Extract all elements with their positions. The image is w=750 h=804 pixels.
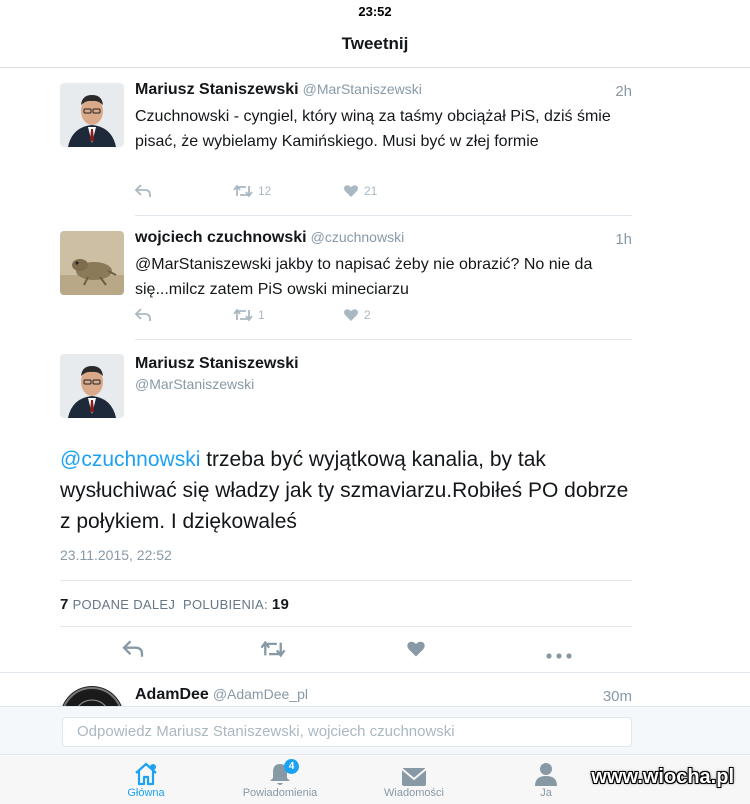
- reply-tweet-2[interactable]: wojciech czuchnowski @czuchnowski 1h @Mar…: [0, 216, 750, 340]
- retweet-button[interactable]: 1: [233, 308, 265, 322]
- nav-bar: Tweetnij: [0, 24, 750, 68]
- mention-link[interactable]: @czuchnowski: [60, 448, 200, 471]
- main-author-handle[interactable]: @MarStaniszewski: [135, 376, 254, 392]
- more-dots-icon: [546, 653, 572, 659]
- author-handle[interactable]: @czuchnowski: [311, 229, 405, 245]
- tab-label: Powiadomienia: [242, 787, 318, 799]
- retweet-count: 12: [258, 184, 272, 198]
- divider: [135, 339, 632, 340]
- watermark: www.wiocha.pl: [591, 766, 734, 788]
- reply-icon: [135, 308, 151, 321]
- main-retweet-button[interactable]: [260, 640, 286, 663]
- main-tweet-text: @czuchnowski trzeba być wyjątkową kanali…: [60, 444, 632, 537]
- retweet-count: 1: [258, 308, 265, 322]
- author-handle[interactable]: @MarStaniszewski: [303, 81, 422, 97]
- tweet-time: 1h: [615, 231, 632, 248]
- main-author-name[interactable]: Mariusz Staniszewski: [135, 355, 299, 373]
- heart-icon: [344, 309, 358, 321]
- like-count: 21: [364, 184, 378, 198]
- home-icon: [135, 762, 157, 786]
- tweet-time: 2h: [615, 83, 632, 100]
- like-count: 2: [364, 308, 371, 322]
- retweet-icon: [260, 640, 286, 658]
- tab-me[interactable]: Ja: [486, 759, 606, 799]
- reply-icon: [135, 184, 151, 197]
- envelope-icon: [401, 768, 427, 786]
- tweet-text: @MarStaniszewski jakby to napisać żeby n…: [135, 256, 593, 298]
- avatar[interactable]: [60, 83, 124, 147]
- divider: [60, 626, 632, 627]
- person-icon: [535, 763, 557, 786]
- retweet-icon: [233, 184, 253, 198]
- divider: [0, 672, 750, 673]
- tweet-text: Czuchnowski - cyngiel, który winą za taś…: [135, 108, 611, 150]
- reply-button[interactable]: [135, 184, 151, 198]
- reply-bar: Odpowiedz Mariusz Staniszewski, wojciech…: [0, 706, 750, 754]
- retweet-icon: [233, 308, 253, 322]
- retweet-label[interactable]: PODANE DALEJ: [73, 597, 176, 612]
- heart-icon: [407, 641, 425, 657]
- like-total[interactable]: 19: [272, 596, 289, 613]
- heart-icon: [344, 185, 358, 197]
- status-bar-time: 23:52: [358, 4, 392, 19]
- author-handle[interactable]: @AdamDee_pl: [213, 686, 308, 702]
- author-name[interactable]: wojciech czuchnowski @czuchnowski: [135, 229, 404, 247]
- tweet-time: 30m: [602, 688, 632, 705]
- page-title: Tweetnij: [341, 34, 409, 53]
- author-name[interactable]: AdamDee @AdamDee_pl: [135, 686, 308, 704]
- tab-home[interactable]: Główna: [86, 759, 206, 799]
- retweet-total[interactable]: 7: [60, 596, 69, 613]
- main-avatar[interactable]: [60, 354, 124, 418]
- main-tweet-date: 23.11.2015, 22:52: [60, 547, 172, 563]
- like-button[interactable]: 2: [343, 308, 371, 322]
- reply-input[interactable]: Odpowiedz Mariusz Staniszewski, wojciech…: [62, 717, 632, 747]
- tab-label: Wiadomości: [384, 787, 444, 799]
- tab-notifications[interactable]: 4 Powiadomienia: [220, 759, 340, 799]
- tab-label: Główna: [127, 787, 165, 799]
- main-actions: [60, 636, 632, 664]
- author-name[interactable]: Mariusz Staniszewski @MarStaniszewski: [135, 81, 422, 99]
- notification-badge: 4: [284, 759, 299, 774]
- retweet-button[interactable]: 12: [233, 184, 271, 198]
- like-label[interactable]: POLUBIENIA:: [183, 597, 268, 612]
- main-reply-button[interactable]: [122, 640, 144, 663]
- engagement-stats: 7 PODANE DALEJ POLUBIENIA: 19: [60, 596, 289, 613]
- avatar[interactable]: [60, 231, 124, 295]
- divider: [60, 580, 632, 581]
- like-button[interactable]: 21: [343, 184, 377, 198]
- reply-icon: [122, 640, 144, 657]
- reply-tweet-1[interactable]: Mariusz Staniszewski @MarStaniszewski 2h …: [0, 68, 750, 216]
- main-like-button[interactable]: [406, 640, 426, 663]
- reply-button[interactable]: [135, 308, 151, 322]
- tab-label: Ja: [540, 787, 552, 799]
- more-button[interactable]: [546, 646, 572, 664]
- tab-messages[interactable]: Wiadomości: [354, 759, 474, 799]
